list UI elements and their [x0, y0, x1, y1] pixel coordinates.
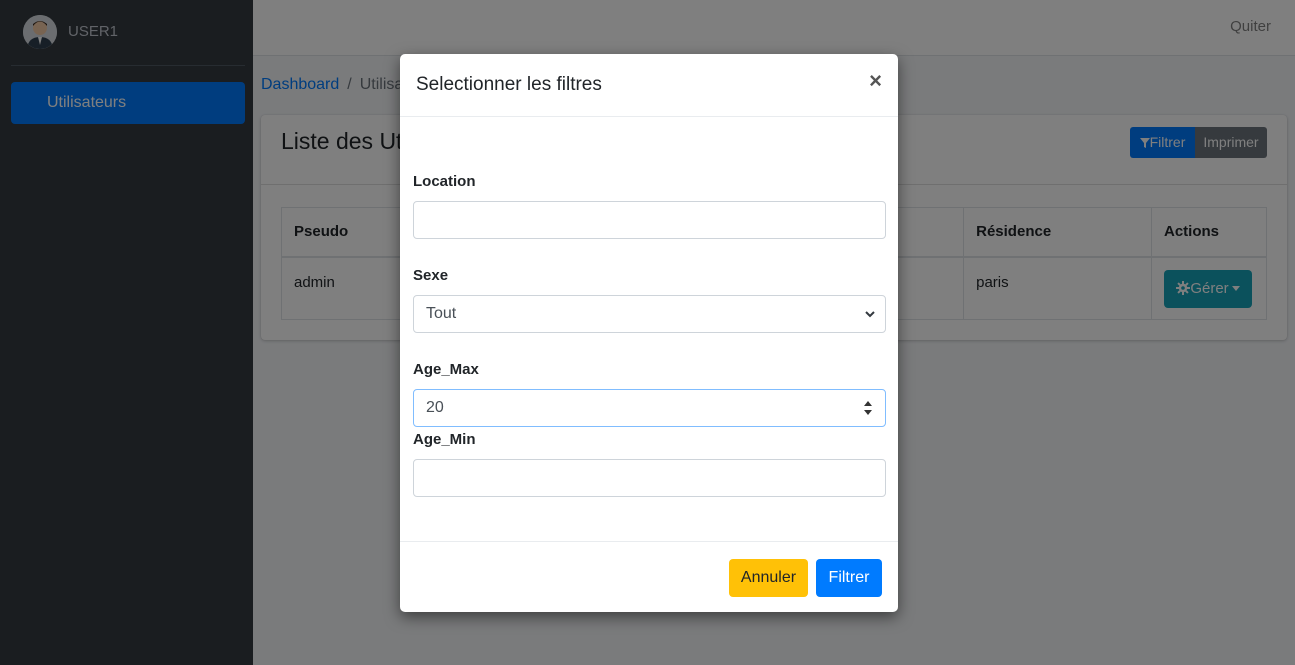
age-max-value: 20 — [426, 399, 444, 416]
apply-filter-button[interactable]: Filtrer — [816, 559, 882, 597]
age-max-input[interactable]: 20 — [413, 389, 886, 427]
sexe-label: Sexe — [413, 267, 449, 284]
modal-title: Selectionner les filtres — [416, 74, 602, 95]
filter-modal: Selectionner les filtres × Location Sexe… — [400, 54, 898, 612]
modal-footer: Annuler Filtrer — [400, 541, 898, 612]
age-min-label: Age_Min — [413, 431, 476, 448]
cancel-button[interactable]: Annuler — [729, 559, 808, 597]
close-icon[interactable]: × — [869, 70, 882, 92]
number-spinner-icon[interactable] — [863, 400, 873, 416]
age-max-label: Age_Max — [413, 361, 479, 378]
modal-header: Selectionner les filtres × — [400, 54, 898, 117]
chevron-down-icon — [865, 311, 875, 318]
age-min-input[interactable] — [413, 459, 886, 497]
location-input[interactable] — [413, 201, 886, 239]
sexe-select[interactable]: Tout — [413, 295, 886, 333]
location-label: Location — [413, 173, 476, 190]
sexe-select-value: Tout — [426, 305, 457, 322]
